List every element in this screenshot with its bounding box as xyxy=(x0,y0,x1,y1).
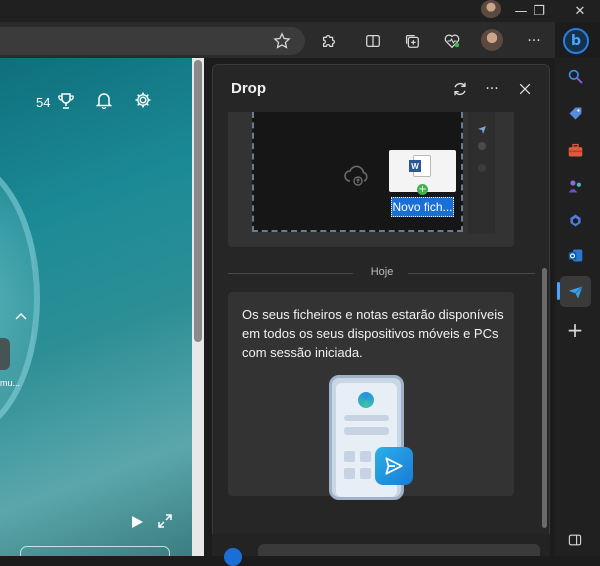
tile-caption: mu... xyxy=(0,378,21,388)
send-small-icon xyxy=(477,120,487,134)
sidebar-games-icon[interactable] xyxy=(563,174,587,198)
rewards-trophy-icon[interactable] xyxy=(56,91,78,113)
sidebar-search-icon[interactable] xyxy=(563,64,587,88)
edge-logo-icon xyxy=(358,392,374,408)
search-box-partial[interactable] xyxy=(20,546,170,556)
expand-fullscreen-icon[interactable] xyxy=(157,513,173,529)
settings-and-more-button[interactable]: ··· xyxy=(521,29,547,53)
sidebar-tools-briefcase-icon[interactable] xyxy=(563,138,587,162)
collections-icon[interactable] xyxy=(399,29,425,53)
profile-avatar-button[interactable] xyxy=(481,29,503,51)
sync-plus-badge-icon: + xyxy=(417,183,428,195)
address-bar[interactable] xyxy=(0,27,305,55)
close-window-button[interactable]: ✕ xyxy=(562,0,598,22)
notifications-bell-icon[interactable] xyxy=(94,90,116,112)
phone-placeholder-tile xyxy=(344,468,355,479)
drop-more-options-button[interactable]: ··· xyxy=(481,78,503,100)
drop-pane-title: Drop xyxy=(231,80,266,97)
info-card-text: Os seus ficheiros e notas estarão dispon… xyxy=(242,307,504,360)
sidebar-add-button[interactable]: + xyxy=(563,318,587,342)
phone-placeholder-bar xyxy=(344,415,389,421)
sidebar-drop-icon[interactable] xyxy=(563,280,587,304)
message-input[interactable] xyxy=(258,544,540,556)
play-icon[interactable] xyxy=(130,514,144,528)
sidebar-active-indicator xyxy=(557,282,560,300)
extensions-puzzle-icon[interactable] xyxy=(316,29,342,53)
settings-gear-icon[interactable] xyxy=(133,90,155,112)
phone-placeholder-bar xyxy=(344,427,389,435)
page-scrollbar-thumb[interactable] xyxy=(194,60,202,342)
cloud-upload-icon xyxy=(343,163,371,187)
edge-sidebar xyxy=(555,58,600,556)
sync-refresh-icon[interactable] xyxy=(449,78,471,100)
sidebar-outlook-icon[interactable] xyxy=(563,243,587,267)
profile-avatar[interactable] xyxy=(481,0,501,18)
split-screen-icon[interactable] xyxy=(360,29,386,53)
card-side-strip xyxy=(468,112,495,234)
send-paper-plane-icon xyxy=(375,447,413,485)
file-name-label[interactable]: Novo fich... xyxy=(391,197,454,217)
browser-essentials-heart-icon[interactable] xyxy=(439,29,465,53)
web-page-content: 54 mu... xyxy=(0,58,192,556)
phone-placeholder-tile xyxy=(360,468,371,479)
chevron-up-icon[interactable] xyxy=(14,306,28,320)
divider-line xyxy=(408,273,535,274)
rewards-points: 54 xyxy=(36,95,51,110)
strip-dot-icon xyxy=(478,142,486,150)
background-orb-image xyxy=(0,158,40,438)
pane-gap xyxy=(204,58,212,556)
strip-dot-icon xyxy=(478,164,486,172)
word-logo-icon: W xyxy=(409,160,421,172)
close-pane-icon[interactable] xyxy=(514,78,536,100)
favorite-star-icon[interactable] xyxy=(269,29,295,53)
tile-thumbnail[interactable] xyxy=(0,338,10,370)
phone-placeholder-tile xyxy=(360,451,371,462)
sidebar-shopping-tag-icon[interactable] xyxy=(563,101,587,125)
restore-button[interactable]: ❐ xyxy=(521,0,557,22)
date-divider-label: Hoje xyxy=(370,266,394,278)
phone-placeholder-tile xyxy=(344,451,355,462)
sidebar-hide-panel-icon[interactable] xyxy=(563,528,587,552)
divider-line xyxy=(228,273,353,274)
drop-pane-scrollbar-thumb[interactable] xyxy=(542,268,547,528)
sidebar-copilot-icon[interactable] xyxy=(563,208,587,232)
copilot-bing-button[interactable]: b xyxy=(563,28,589,54)
attach-add-button[interactable] xyxy=(224,548,242,566)
file-thumbnail[interactable]: W + xyxy=(389,150,456,195)
